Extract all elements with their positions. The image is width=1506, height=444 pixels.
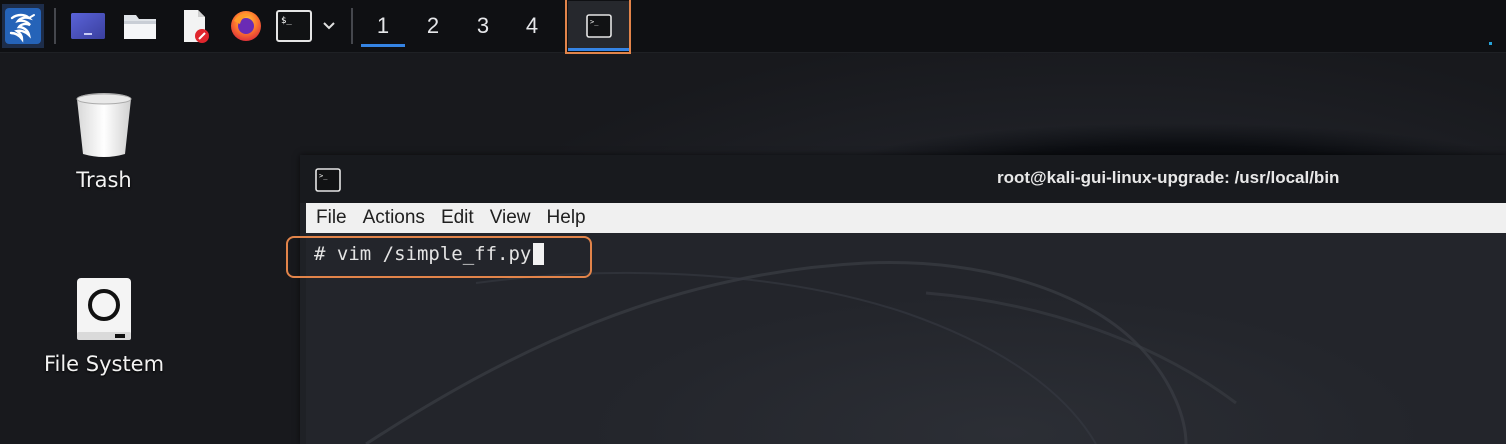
menu-actions[interactable]: Actions: [355, 207, 433, 229]
workspace-3-button[interactable]: 3: [458, 4, 508, 48]
terminal-titlebar[interactable]: >_ root@kali-gui-linux-upgrade: /usr/loc…: [300, 155, 1506, 203]
kali-dragon-icon: [5, 8, 41, 44]
terminal-icon: $_: [276, 10, 312, 42]
text-cursor: [533, 243, 545, 265]
terminal-launcher-button[interactable]: $_: [274, 4, 314, 48]
terminal-title: root@kali-gui-linux-upgrade: /usr/local/…: [997, 168, 1340, 187]
taskbar: $_ 1 2 3 4 >_: [0, 0, 1506, 54]
shell-prompt: #: [314, 243, 326, 265]
taskbar-separator: [54, 8, 56, 44]
terminal-task-button[interactable]: >_: [568, 1, 630, 51]
taskbar-separator: [351, 8, 353, 44]
workspace-label: 4: [525, 13, 539, 38]
desktop-window-icon: [71, 13, 105, 39]
trash-icon: [76, 93, 132, 157]
text-file-icon: [184, 10, 209, 43]
desktop-icon-file-system[interactable]: File System: [39, 276, 169, 376]
svg-text:$_: $_: [281, 16, 292, 26]
workspace-label: 3: [476, 13, 490, 38]
terminal-menubar: File Actions Edit View Help: [306, 203, 1506, 233]
typed-command: vim /simple_ff.py: [336, 243, 532, 265]
menu-help[interactable]: Help: [539, 207, 594, 229]
drive-icon: [77, 278, 131, 340]
active-task-indicator: [568, 48, 630, 51]
workspace-4-button[interactable]: 4: [507, 4, 557, 48]
workspace-label: 2: [426, 13, 440, 38]
svg-text:>_: >_: [590, 18, 599, 26]
desktop-icon-label: Trash: [76, 168, 132, 192]
svg-text:>_: >_: [319, 172, 328, 180]
firefox-button[interactable]: [224, 4, 268, 48]
folder-icon: [124, 15, 156, 39]
desktop-icon-trash[interactable]: Trash: [39, 90, 169, 192]
menu-file[interactable]: File: [306, 207, 355, 229]
kali-menu-button[interactable]: [2, 4, 44, 48]
desktop-icon-label: File System: [43, 352, 165, 376]
show-desktop-button[interactable]: [66, 4, 110, 48]
terminal-output-area[interactable]: # vim /simple_ff.py: [306, 233, 1506, 444]
command-line[interactable]: # vim /simple_ff.py: [314, 243, 545, 265]
workspace-1-button[interactable]: 1: [358, 4, 408, 48]
terminal-icon: >_: [315, 168, 341, 192]
chevron-down-icon: [323, 22, 335, 30]
workspace-label: 1: [376, 13, 390, 38]
menu-edit[interactable]: Edit: [433, 207, 482, 229]
menu-view[interactable]: View: [482, 207, 539, 229]
file-manager-button[interactable]: [118, 4, 162, 48]
active-workspace-indicator: [361, 44, 405, 47]
tray-indicator: [1489, 42, 1492, 45]
firefox-icon: [231, 11, 261, 41]
workspace-2-button[interactable]: 2: [408, 4, 458, 48]
text-editor-button[interactable]: [172, 4, 216, 48]
terminal-dropdown-button[interactable]: [316, 4, 342, 48]
terminal-window[interactable]: >_ root@kali-gui-linux-upgrade: /usr/loc…: [300, 155, 1506, 444]
terminal-icon: >_: [586, 14, 612, 38]
desktop: $_ 1 2 3 4 >_ Trash File System >_ root@…: [0, 0, 1506, 444]
